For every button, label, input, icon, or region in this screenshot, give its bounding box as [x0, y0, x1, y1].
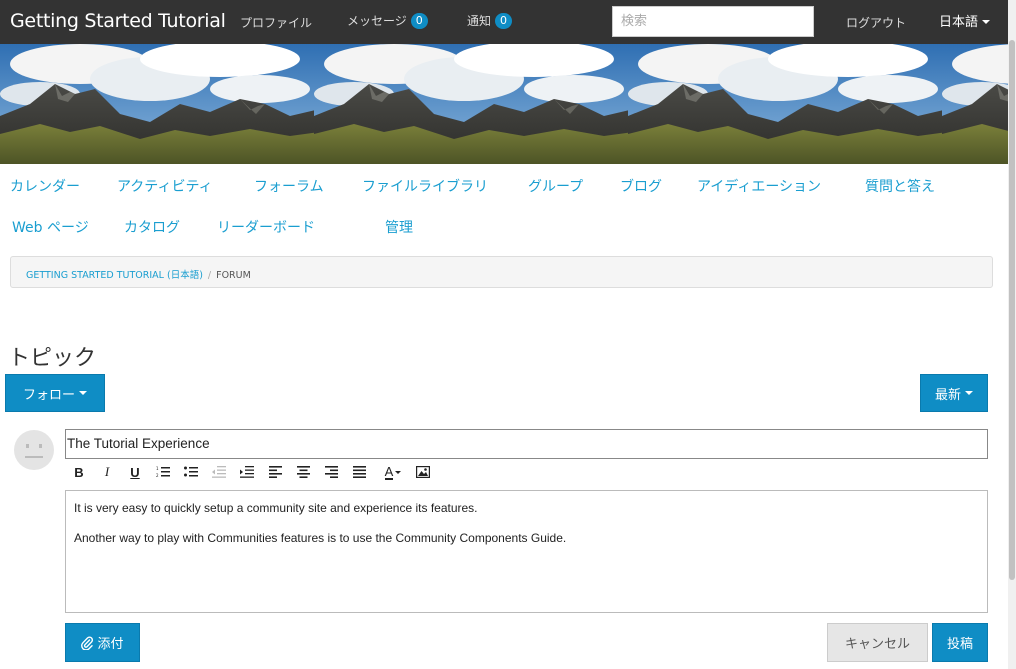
nav-admin[interactable]: 管理 [385, 217, 413, 237]
banner-mountain-image [0, 44, 314, 164]
messages-label: メッセージ [347, 14, 407, 28]
banner-mountain-image [314, 44, 628, 164]
outdent-icon[interactable] [209, 461, 229, 483]
banner-mountain-image [628, 44, 942, 164]
nav-qna[interactable]: 質問と答え [865, 176, 935, 196]
page-scrollbar[interactable] [1008, 0, 1016, 669]
follow-button[interactable]: フォロー [5, 374, 105, 412]
image-icon[interactable] [413, 461, 433, 483]
font-color-letter: A [384, 463, 394, 480]
svg-text:2: 2 [156, 473, 159, 478]
chevron-down-icon [79, 391, 87, 395]
paperclip-icon [81, 635, 94, 650]
chevron-down-icon [395, 470, 402, 474]
breadcrumb-separator: / [207, 270, 212, 281]
follow-label: フォロー [22, 387, 75, 403]
svg-text:1: 1 [156, 466, 159, 471]
nav-groups[interactable]: グループ [528, 176, 583, 196]
cancel-button[interactable]: キャンセル [827, 623, 928, 662]
nav-leaderboard[interactable]: リーダーボード [217, 217, 315, 237]
body-paragraph: It is very easy to quickly setup a commu… [74, 501, 478, 515]
body-paragraph: Another way to play with Communities fea… [74, 531, 567, 545]
breadcrumb-current: FORUM [216, 270, 251, 281]
font-color-icon[interactable]: A [379, 461, 407, 483]
language-label: 日本語 [939, 15, 979, 30]
avatar [14, 430, 54, 470]
nav-blog[interactable]: ブログ [620, 176, 662, 196]
nav-calendar[interactable]: カレンダー [10, 176, 80, 196]
page-title: トピック [8, 346, 97, 371]
breadcrumb: GETTING STARTED TUTORIAL (日本語) / FORUM [10, 256, 993, 288]
align-right-icon[interactable] [321, 461, 341, 483]
subject-input[interactable]: The Tutorial Experience [65, 429, 988, 459]
sort-label: 最新 [934, 387, 961, 403]
align-justify-icon[interactable] [349, 461, 369, 483]
notifications-link[interactable]: 通知 0 [467, 12, 513, 29]
messages-link[interactable]: メッセージ 0 [347, 12, 428, 29]
attach-button[interactable]: 添付 [65, 623, 140, 662]
messages-count-badge: 0 [410, 13, 428, 29]
profile-link[interactable]: プロファイル [240, 14, 312, 31]
align-left-icon[interactable] [265, 461, 285, 483]
notifications-label: 通知 [467, 14, 492, 28]
notifications-count-badge: 0 [495, 13, 513, 29]
post-button[interactable]: 投稿 [932, 623, 988, 662]
unordered-list-icon[interactable] [181, 461, 201, 483]
scrollbar-thumb[interactable] [1009, 40, 1015, 580]
site-brand[interactable]: Getting Started Tutorial [10, 10, 226, 32]
underline-button[interactable]: U [125, 461, 145, 483]
nav-activity[interactable]: アクティビティ [117, 176, 213, 196]
nav-ideation[interactable]: アイディエーション [697, 176, 821, 196]
indent-icon[interactable] [237, 461, 257, 483]
nav-web-pages[interactable]: Web ページ [12, 217, 89, 237]
nav-catalog[interactable]: カタログ [124, 217, 180, 237]
ordered-list-icon[interactable]: 12 [153, 461, 173, 483]
align-center-icon[interactable] [293, 461, 313, 483]
italic-button[interactable]: I [97, 461, 117, 483]
search-input[interactable] [612, 6, 814, 37]
language-dropdown[interactable]: 日本語 [939, 11, 991, 30]
nav-file-library[interactable]: ファイルライブラリ [362, 176, 488, 196]
sort-dropdown-button[interactable]: 最新 [920, 374, 988, 412]
top-navbar: Getting Started Tutorial プロファイル メッセージ 0 通… [0, 0, 1008, 44]
nav-forum[interactable]: フォーラム [254, 176, 324, 196]
attach-label: 添付 [97, 637, 124, 652]
banner-mountain-image [942, 44, 1008, 164]
community-banner [0, 44, 1008, 164]
chevron-down-icon [965, 391, 973, 395]
breadcrumb-parent-link[interactable]: GETTING STARTED TUTORIAL (日本語) [26, 270, 203, 281]
bold-button[interactable]: B [69, 461, 89, 483]
logout-link[interactable]: ログアウト [846, 14, 906, 31]
chevron-down-icon [982, 20, 991, 24]
message-body-editor[interactable]: It is very easy to quickly setup a commu… [65, 490, 988, 613]
